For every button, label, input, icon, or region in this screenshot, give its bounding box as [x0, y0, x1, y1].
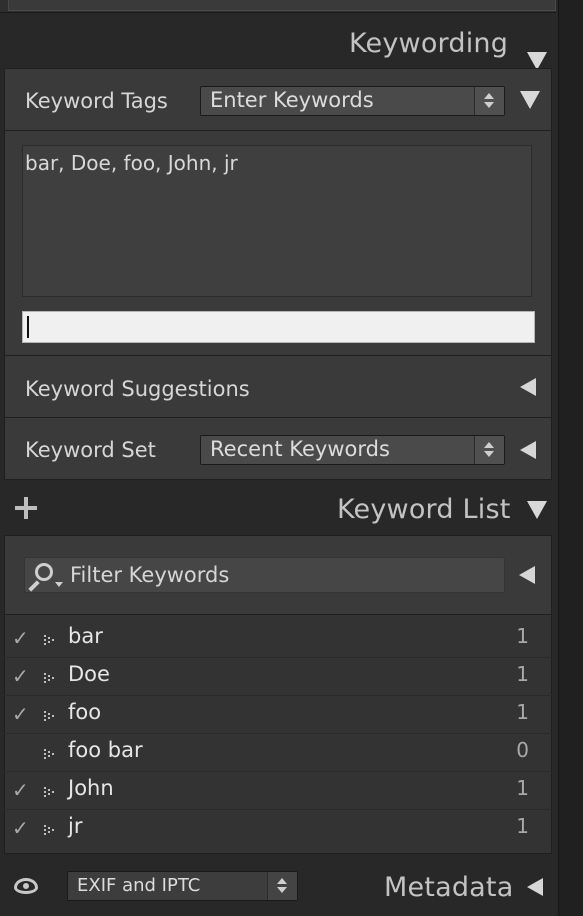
- expand-arrow-icon[interactable]: [44, 749, 56, 759]
- keyword-tags-mode-value: Enter Keywords: [210, 88, 374, 112]
- text-cursor: [27, 316, 29, 338]
- keyword-suggestions-label: Keyword Suggestions: [25, 377, 250, 401]
- keyword-list-title: Keyword List: [337, 494, 511, 525]
- keywords-textarea[interactable]: bar, Doe, foo, John, jr: [22, 145, 532, 297]
- keyword-row-john[interactable]: ✓ John 1: [4, 772, 552, 810]
- metadata-header[interactable]: Metadata: [0, 866, 556, 912]
- keyword-name: John: [68, 776, 114, 800]
- keywording-header[interactable]: Keywording: [0, 18, 556, 70]
- keyword-set-select[interactable]: Recent Keywords: [200, 435, 505, 465]
- keyword-row-jr[interactable]: ✓ jr 1: [4, 810, 552, 847]
- keyword-tags-label: Keyword Tags: [25, 89, 168, 113]
- filter-keywords-input[interactable]: Filter Keywords: [24, 557, 505, 593]
- keyword-name: foo: [68, 700, 102, 724]
- expand-arrow-icon[interactable]: [44, 711, 56, 721]
- keyword-tags-row: Keyword Tags Enter Keywords: [4, 68, 552, 131]
- keyword-count: 1: [516, 662, 529, 686]
- metadata-expand-icon[interactable]: [527, 878, 543, 896]
- magnifier-icon: [35, 563, 53, 581]
- check-icon[interactable]: ✓: [12, 664, 29, 688]
- keyword-entry-input[interactable]: [22, 311, 535, 343]
- keyword-row-foo-bar[interactable]: foo bar 0: [4, 734, 552, 772]
- check-icon[interactable]: ✓: [12, 702, 29, 726]
- keyword-set-label: Keyword Set: [25, 438, 156, 462]
- keyword-name: foo bar: [68, 738, 143, 762]
- check-icon[interactable]: ✓: [12, 778, 29, 802]
- keyword-count: 1: [516, 776, 529, 800]
- keyword-row-foo[interactable]: ✓ foo 1: [4, 696, 552, 734]
- filter-expand-icon[interactable]: [519, 566, 535, 584]
- select-stepper-icon[interactable]: [474, 87, 504, 115]
- select-stepper-icon[interactable]: [474, 436, 504, 464]
- top-bar-edge: [8, 0, 556, 11]
- keyword-name: jr: [68, 814, 83, 838]
- keyword-tags-mode-select[interactable]: Enter Keywords: [200, 86, 505, 116]
- keyword-set-value: Recent Keywords: [210, 437, 390, 461]
- metadata-title: Metadata: [384, 872, 514, 903]
- keyword-list-header[interactable]: Keyword List: [0, 487, 556, 535]
- keyword-count: 1: [516, 700, 529, 724]
- keyword-suggestions-row[interactable]: Keyword Suggestions: [4, 355, 552, 418]
- keyword-count: 0: [516, 738, 529, 762]
- keyword-row-bar[interactable]: ✓ bar 1: [4, 620, 552, 658]
- keyword-row-doe[interactable]: ✓ Doe 1: [4, 658, 552, 696]
- expand-arrow-icon[interactable]: [44, 635, 56, 645]
- panel-scrollbar-track[interactable]: [558, 0, 583, 916]
- keywording-title: Keywording: [349, 28, 509, 59]
- keyword-count: 1: [516, 814, 529, 838]
- keyword-name: bar: [68, 624, 103, 648]
- keyword-list-collapse-icon[interactable]: [527, 501, 547, 519]
- expand-arrow-icon[interactable]: [44, 787, 56, 797]
- expand-arrow-icon[interactable]: [44, 673, 56, 683]
- check-icon[interactable]: ✓: [12, 816, 29, 840]
- keyword-tags-collapse-icon[interactable]: [520, 91, 540, 109]
- right-panel: Keywording Keyword Tags Enter Keywords b…: [0, 0, 583, 916]
- keyword-name: Doe: [68, 662, 110, 686]
- scroll-top-strip: [0, 0, 556, 13]
- keyword-count: 1: [516, 624, 529, 648]
- filter-placeholder: Filter Keywords: [70, 563, 230, 587]
- chevron-down-icon: [55, 582, 63, 587]
- expand-triangle-icon[interactable]: [520, 378, 536, 396]
- check-icon[interactable]: ✓: [12, 626, 29, 650]
- keyword-set-row: Keyword Set Recent Keywords: [4, 417, 552, 480]
- magnifier-handle: [28, 580, 40, 592]
- expand-arrow-icon[interactable]: [44, 825, 56, 835]
- keyword-set-expand-icon[interactable]: [520, 441, 536, 459]
